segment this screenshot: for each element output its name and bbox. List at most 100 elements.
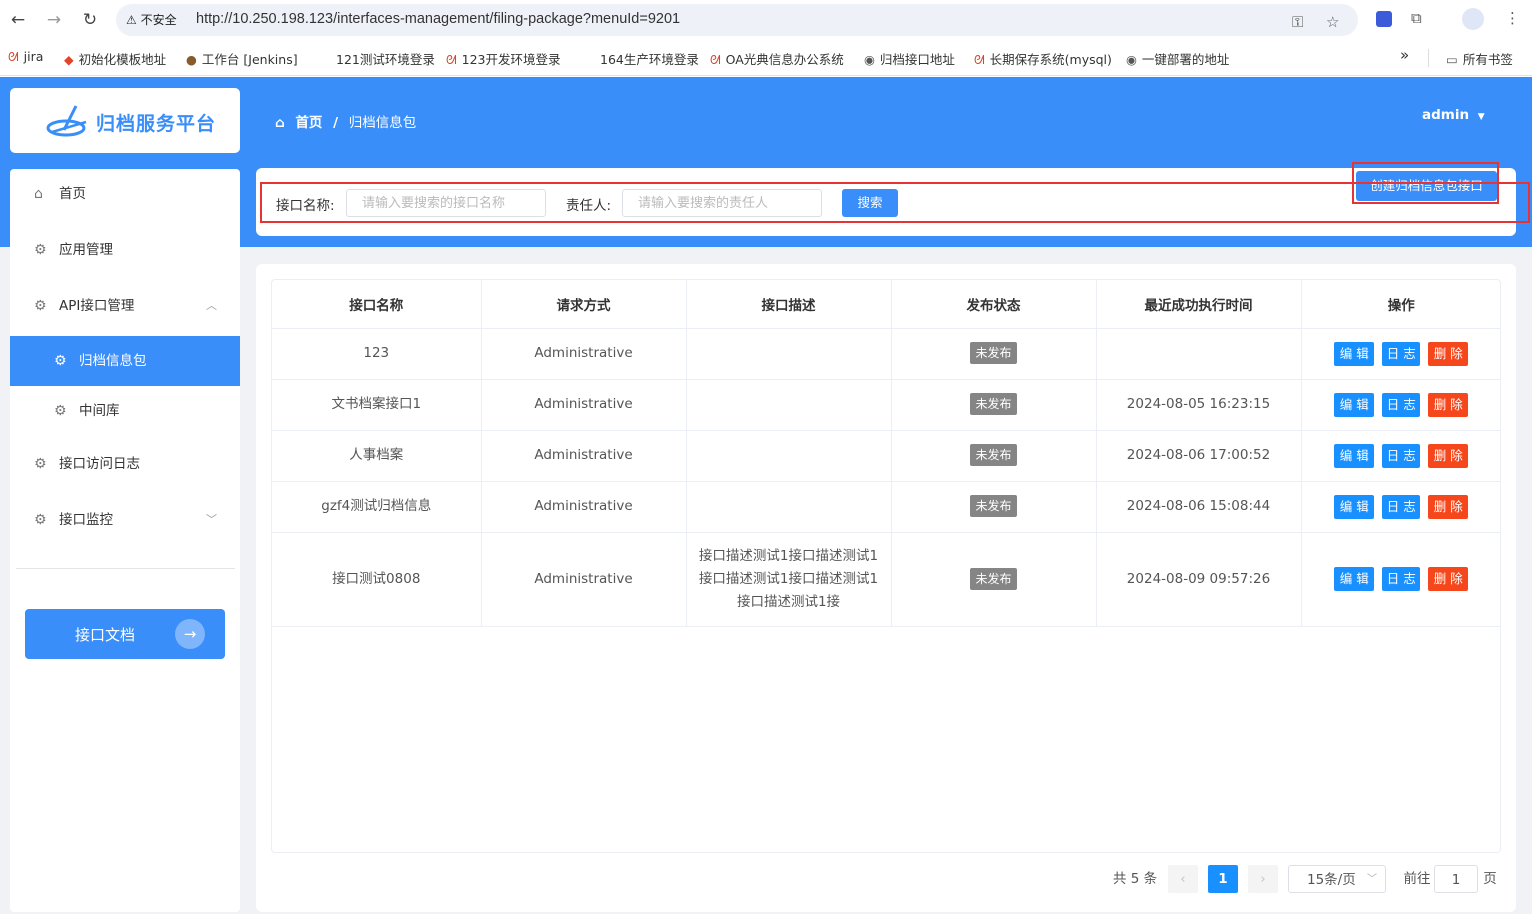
log-button[interactable]: 日 志 xyxy=(1382,443,1421,468)
extension-icon[interactable] xyxy=(1376,11,1392,27)
page-size-value: 15条/页 xyxy=(1307,872,1356,888)
column-header: 接口描述 xyxy=(686,280,892,329)
arrow-right-icon: → xyxy=(175,619,205,649)
column-header: 发布状态 xyxy=(891,280,1097,329)
bookmark-item[interactable]: ◆ 初始化模板地址 xyxy=(64,49,166,68)
delete-button[interactable]: 删 除 xyxy=(1428,392,1469,417)
gear-icon: ⚙ xyxy=(34,242,47,258)
breadcrumb-current: 归档信息包 xyxy=(348,115,417,131)
cell-name: 文书档案接口1 xyxy=(272,379,482,431)
edit-button[interactable]: 编 辑 xyxy=(1334,341,1375,366)
edit-button[interactable]: 编 辑 xyxy=(1334,567,1375,591)
user-menu[interactable]: admin ▼ xyxy=(1422,107,1485,123)
api-doc-label: 接口文档 xyxy=(75,626,136,644)
log-button[interactable]: 日 志 xyxy=(1382,567,1421,591)
sidebar-item-api-management[interactable]: ⚙ API接口管理 ︿ xyxy=(10,281,240,331)
cell-method: Administrative xyxy=(481,532,687,627)
url-text[interactable]: http://10.250.198.123/interfaces-managem… xyxy=(196,11,680,27)
cell-name: gzf4测试归档信息 xyxy=(272,481,482,533)
sidebar-item-label: 归档信息包 xyxy=(79,353,147,369)
cell-actions: 编 辑日 志删 除 xyxy=(1301,328,1500,380)
cell-desc-container xyxy=(686,481,892,533)
log-button[interactable]: 日 志 xyxy=(1382,494,1421,519)
goto-input[interactable]: 1 xyxy=(1434,865,1478,893)
gitlab-icon: ◆ xyxy=(64,52,74,67)
cell-actions: 编 辑日 志删 除 xyxy=(1301,481,1500,533)
logo-icon xyxy=(46,105,87,137)
logo[interactable]: 归档服务平台 xyxy=(10,88,240,153)
log-button[interactable]: 日 志 xyxy=(1382,341,1421,366)
cell-status-container: 未发布 xyxy=(891,379,1097,431)
delete-button[interactable]: 删 除 xyxy=(1428,494,1469,519)
bookmark-item[interactable]: ● 工作台 [Jenkins] xyxy=(186,49,298,68)
delete-button[interactable]: 删 除 xyxy=(1428,443,1469,468)
all-bookmarks-label: 所有书签 xyxy=(1462,52,1513,67)
jenkins-icon: ● xyxy=(186,52,197,67)
edit-button[interactable]: 编 辑 xyxy=(1334,494,1375,519)
app-root: 归档服务平台 ⌂ 首页 / 归档信息包 admin ▼ ⌂ 首页 ⚙ 应用管理 … xyxy=(0,77,1532,914)
page-size-select[interactable]: 15条/页 ﹀ xyxy=(1288,865,1386,893)
bookmark-item[interactable]: 121测试环境登录 xyxy=(336,49,435,68)
delete-button[interactable]: 删 除 xyxy=(1428,341,1469,366)
cell-time xyxy=(1096,328,1302,380)
bookmark-item[interactable]: ◉ 归档接口地址 xyxy=(864,49,955,68)
forward-icon[interactable]: → xyxy=(42,8,66,32)
star-icon[interactable]: ☆ xyxy=(1326,13,1339,31)
bookmark-label: 121测试环境登录 xyxy=(336,52,435,67)
back-icon[interactable]: ← xyxy=(6,8,30,32)
home-icon: ⌂ xyxy=(275,115,285,131)
sidebar-item-middle-db[interactable]: ⚙ 中间库 xyxy=(10,386,240,436)
sidebar-item-label: 中间库 xyxy=(79,403,120,419)
bookmark-item[interactable]: 164生产环境登录 xyxy=(600,49,699,68)
bookmark-item[interactable]: ᘛ OA光典信息办公系统 xyxy=(710,49,844,68)
sidebar-item-home[interactable]: ⌂ 首页 xyxy=(10,169,240,219)
prev-page-icon[interactable]: ‹ xyxy=(1168,865,1198,893)
bookmarks-bar: ᘛ jira ◆ 初始化模板地址 ● 工作台 [Jenkins] 121测试环境登录 … xyxy=(0,40,1532,76)
edit-button[interactable]: 编 辑 xyxy=(1334,443,1375,468)
cell-status-container: 未发布 xyxy=(891,430,1097,482)
column-header: 请求方式 xyxy=(481,280,687,329)
bookmark-item[interactable]: ◉ 一键部署的地址 xyxy=(1126,49,1229,68)
puzzle-icon[interactable]: ⧉ xyxy=(1411,9,1422,27)
api-doc-button[interactable]: 接口文档 → xyxy=(25,609,225,659)
profile-icon[interactable] xyxy=(1462,8,1484,30)
bookmark-label: 一键部署的地址 xyxy=(1141,52,1230,67)
cell-time: 2024-08-06 17:00:52 xyxy=(1096,430,1302,482)
all-bookmarks[interactable]: ▭ 所有书签 xyxy=(1446,49,1513,68)
bookmark-item[interactable]: ᘛ 123开发环境登录 xyxy=(446,49,561,68)
address-bar[interactable]: ⚠ 不安全 http://10.250.198.123/interfaces-m… xyxy=(116,4,1358,36)
page-number[interactable]: 1 xyxy=(1208,865,1238,893)
bookmark-item[interactable]: ᘛ 长期保存系统(mysql) xyxy=(974,49,1112,68)
edit-button[interactable]: 编 辑 xyxy=(1334,392,1375,417)
cell-method: Administrative xyxy=(481,328,687,380)
sidebar-item-filing-package[interactable]: ⚙ 归档信息包 xyxy=(10,336,240,386)
log-button[interactable]: 日 志 xyxy=(1382,392,1421,417)
delete-button[interactable]: 删 除 xyxy=(1428,567,1469,591)
bookmarks-overflow[interactable]: » xyxy=(1400,46,1409,64)
gear-icon: ⚙ xyxy=(34,456,47,472)
cell-actions: 编 辑日 志删 除 xyxy=(1301,430,1500,482)
bookmark-item[interactable]: ᘛ jira xyxy=(8,49,43,65)
cell-name: 人事档案 xyxy=(272,430,482,482)
more-menu-icon[interactable]: ⋮ xyxy=(1505,9,1520,27)
status-badge: 未发布 xyxy=(970,444,1017,466)
breadcrumb-home[interactable]: 首页 xyxy=(295,115,322,131)
cell-method: Administrative xyxy=(481,379,687,431)
sidebar-item-monitor[interactable]: ⚙ 接口监控 ﹀ xyxy=(10,495,240,545)
reload-icon[interactable]: ↻ xyxy=(78,8,102,32)
cell-time: 2024-08-05 16:23:15 xyxy=(1096,379,1302,431)
chevron-down-icon: ﹀ xyxy=(1367,874,1377,885)
insecure-badge[interactable]: ⚠ 不安全 xyxy=(126,11,177,28)
sidebar-item-access-log[interactable]: ⚙ 接口访问日志 xyxy=(10,439,240,489)
next-page-icon[interactable]: › xyxy=(1248,865,1278,893)
sidebar: ⌂ 首页 ⚙ 应用管理 ⚙ API接口管理 ︿ ⚙ 归档信息包 ⚙ 中间库 ⚙ … xyxy=(10,169,240,912)
bookmark-label: 归档接口地址 xyxy=(879,52,955,67)
status-badge: 未发布 xyxy=(970,567,1017,590)
key-icon[interactable]: ⚿ xyxy=(1292,13,1303,31)
cell-status-container: 未发布 xyxy=(891,532,1097,627)
column-header: 操作 xyxy=(1301,280,1500,329)
table-row: 接口测试0808 Administrative 接口描述测试1接口描述测试1接口描述… xyxy=(272,532,1500,627)
gear-icon: ⚙ xyxy=(54,403,67,419)
sidebar-item-app-management[interactable]: ⚙ 应用管理 xyxy=(10,225,240,275)
divider xyxy=(1428,49,1429,67)
